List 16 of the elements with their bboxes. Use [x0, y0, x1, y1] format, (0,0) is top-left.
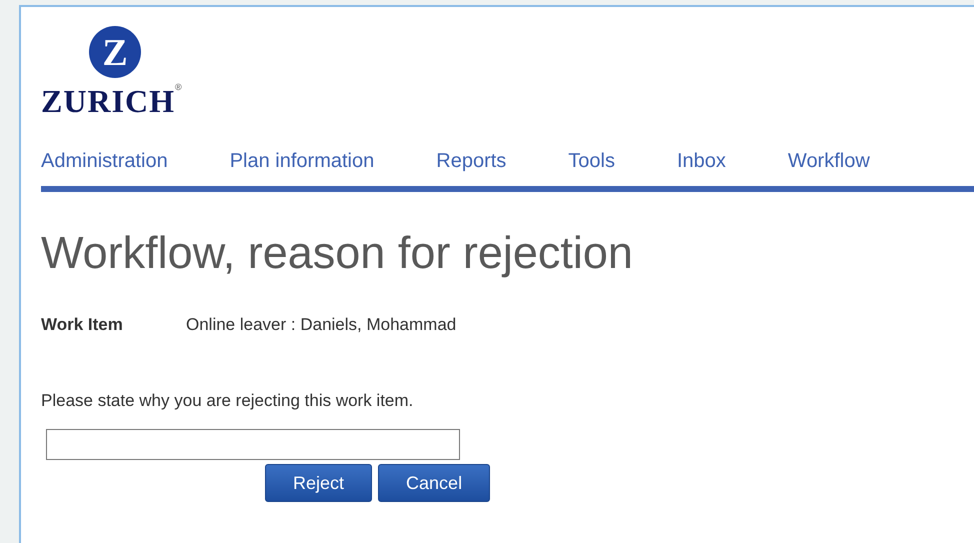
field-label: Work Item: [41, 314, 124, 336]
cancel-button[interactable]: Cancel: [378, 464, 490, 502]
reject-button[interactable]: Reject: [265, 464, 372, 502]
nav-link[interactable]: Workflow: [788, 146, 870, 176]
nav-link[interactable]: Plan information: [230, 146, 374, 176]
registered-mark: ®: [175, 82, 182, 92]
nav-link[interactable]: Administration: [41, 146, 168, 176]
reason-input-field[interactable]: [46, 429, 460, 460]
field-value: Online leaver : Daniels, Mohammad: [186, 314, 456, 336]
nav-link[interactable]: Tools: [568, 146, 615, 176]
brand-wordmark: ZURICH: [41, 83, 176, 119]
logo-emblem: Z: [88, 25, 142, 79]
nav-link[interactable]: Reports: [436, 146, 506, 176]
instruction-text: Please state why you are rejecting this work item.: [41, 390, 414, 412]
page-title: Workflow, reason for rejection: [41, 226, 634, 280]
nav-link[interactable]: Inbox: [676, 146, 726, 176]
